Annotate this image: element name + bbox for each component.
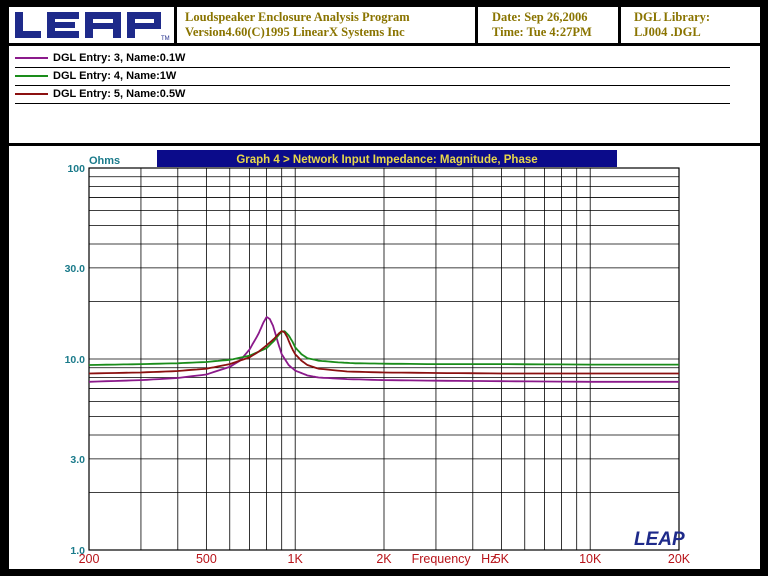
grid — [88, 167, 680, 551]
y-tick-label: 100 — [67, 163, 85, 175]
leap-watermark: LEAP — [634, 529, 685, 550]
program-info-panel: Loudspeaker Enclosure Analysis Program V… — [177, 7, 475, 43]
legend-swatch-2 — [15, 93, 48, 95]
program-version: Version4.60(C)1995 LinearX Systems Inc — [185, 25, 405, 39]
time-text: Time: Tue 4:27PM — [492, 25, 592, 39]
x-axis-label: Frequency Hz — [412, 552, 497, 566]
date-time-panel: Date: Sep 26,2006 Time: Tue 4:27PM — [478, 7, 618, 43]
legend-label-2: DGL Entry: 5, Name:0.5W — [53, 88, 186, 100]
legend-label-1: DGL Entry: 4, Name:1W — [53, 70, 177, 82]
leap-logo: TM — [15, 12, 170, 42]
impedance-chart: Graph 4 > Network Input Impedance: Magni… — [65, 150, 691, 566]
logo-trademark: TM — [161, 36, 170, 42]
x-tick-label: 1K — [288, 552, 304, 566]
y-tick-label: 30.0 — [65, 263, 86, 275]
legend-divider — [15, 103, 730, 104]
x-tick-label: 2K — [376, 552, 392, 566]
logo-panel: TM — [9, 7, 174, 43]
library-file: LJ004 .DGL — [634, 25, 701, 39]
date-text: Date: Sep 26,2006 — [492, 10, 588, 24]
library-panel: DGL Library: LJ004 .DGL — [621, 7, 760, 43]
program-name: Loudspeaker Enclosure Analysis Program — [185, 10, 410, 24]
legend-label-0: DGL Entry: 3, Name:0.1W — [53, 52, 186, 64]
chart-title: Graph 4 > Network Input Impedance: Magni… — [236, 154, 537, 166]
legend-swatch-1 — [15, 75, 48, 77]
library-label: DGL Library: — [634, 10, 711, 24]
legend-swatch-0 — [15, 57, 48, 59]
x-tick-label: 10K — [579, 552, 602, 566]
y-tick-label: 10.0 — [65, 354, 86, 366]
x-tick-label: 20K — [668, 552, 691, 566]
graph-panel: Graph 4 > Network Input Impedance: Magni… — [9, 146, 760, 569]
y-axis-label: Ohms — [89, 155, 120, 167]
y-tick-label: 1.0 — [70, 545, 85, 557]
x-tick-label: 500 — [196, 552, 217, 566]
y-tick-label: 3.0 — [70, 454, 85, 466]
legend-panel: DGL Entry: 3, Name:0.1W DGL Entry: 4, Na… — [9, 46, 760, 143]
